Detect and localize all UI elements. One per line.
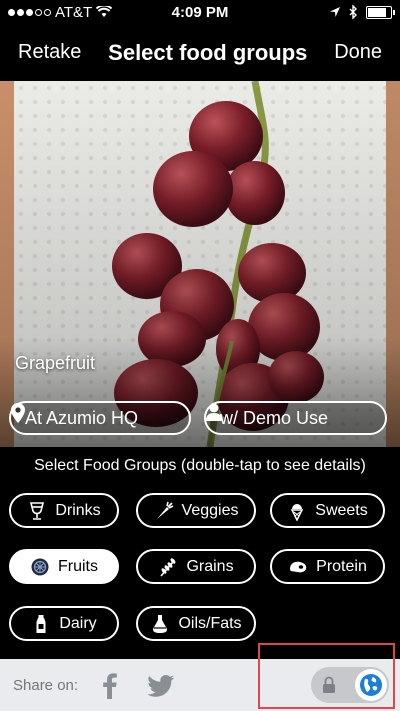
status-left: AT&T: [8, 3, 113, 21]
person-icon: [206, 403, 222, 421]
food-group-protein-button[interactable]: Protein: [270, 549, 385, 584]
signal-strength-icon: [8, 8, 51, 16]
food-group-veggies-button[interactable]: Veggies: [136, 493, 256, 528]
oil-flask-icon: [153, 614, 168, 633]
share-label: Share on:: [13, 676, 79, 694]
food-photo: Grapefruit At Azumio HQ w/ Demo Use: [0, 81, 400, 447]
retake-button[interactable]: Retake: [18, 41, 81, 64]
ice-cream-icon: [291, 503, 304, 521]
food-group-oils-fats-button[interactable]: Oils/Fats: [136, 606, 256, 641]
milk-bottle-icon: [36, 614, 46, 633]
food-group-grains-button[interactable]: Grains: [136, 549, 256, 584]
food-group-label: Grains: [186, 557, 234, 575]
people-label: w/ Demo Use: [220, 407, 329, 428]
tag-people-button[interactable]: w/ Demo Use: [204, 401, 387, 435]
share-bar: Share on:: [0, 659, 400, 711]
grapes-photo: [0, 81, 400, 447]
location-arrow-icon: [330, 7, 340, 17]
food-group-fruits-button[interactable]: Fruits: [9, 549, 119, 584]
glass-icon: [30, 501, 45, 520]
meat-icon: [290, 561, 307, 572]
wheat-icon: [160, 557, 176, 577]
location-pin-icon: [11, 403, 25, 423]
carrot-icon: [156, 501, 173, 519]
done-button[interactable]: Done: [334, 41, 382, 64]
food-group-drinks-button[interactable]: Drinks: [9, 493, 119, 528]
food-name-label: Grapefruit: [15, 353, 96, 373]
fruit-icon: [31, 558, 49, 575]
food-group-dairy-button[interactable]: Dairy: [9, 606, 119, 641]
battery-level: [368, 7, 386, 17]
toggle-knob: [355, 669, 387, 701]
carrier-name: AT&T: [55, 3, 93, 21]
wifi-icon: [96, 6, 113, 17]
globe-icon: [360, 674, 382, 696]
food-group-label: Veggies: [181, 501, 239, 519]
bluetooth-icon: [349, 5, 357, 19]
location-label: At Azumio HQ: [25, 407, 139, 428]
food-group-sweets-button[interactable]: Sweets: [270, 493, 385, 528]
nav-bar: Retake Select food groups Done: [0, 24, 400, 81]
food-group-label: Protein: [316, 557, 367, 575]
privacy-toggle[interactable]: [311, 667, 389, 703]
battery-icon: [366, 5, 395, 19]
food-group-label: Fruits: [58, 557, 98, 575]
food-group-label: Oils/Fats: [178, 614, 242, 632]
food-group-label: Dairy: [59, 614, 97, 632]
food-groups-title: Select Food Groups (double-tap to see de…: [34, 457, 366, 474]
food-group-label: Drinks: [55, 501, 101, 519]
page-title: Select food groups: [108, 39, 308, 65]
location-button[interactable]: At Azumio HQ: [9, 401, 191, 435]
lock-icon: [323, 676, 335, 693]
status-bar: AT&T 4:09 PM: [0, 0, 400, 24]
twitter-icon[interactable]: [147, 675, 175, 697]
facebook-icon[interactable]: [103, 673, 117, 699]
status-right: [329, 5, 395, 19]
food-group-label: Sweets: [315, 501, 368, 519]
